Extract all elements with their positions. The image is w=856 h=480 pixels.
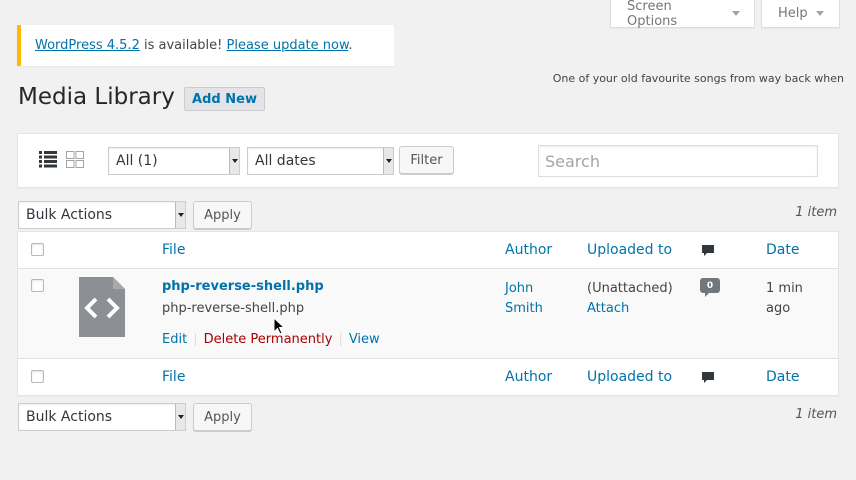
screen-meta-links: Screen Options Help <box>610 0 840 29</box>
media-type-filter[interactable]: All (1) <box>108 147 240 175</box>
apply-button-top[interactable]: Apply <box>193 201 252 229</box>
select-arrow-icon <box>175 202 185 228</box>
uploaded-to-cell: (Unattached) Attach <box>587 279 673 319</box>
search-placeholder: Search <box>545 151 600 171</box>
bulk-actions-value: Bulk Actions <box>26 207 113 223</box>
unattached-label: (Unattached) <box>587 281 673 296</box>
attach-link[interactable]: Attach <box>587 299 673 319</box>
file-name: php-reverse-shell.php <box>162 301 305 316</box>
column-file[interactable]: File <box>162 369 185 385</box>
comment-count-badge: 0 <box>700 278 720 297</box>
item-count-bottom: 1 item <box>795 407 837 422</box>
help-label: Help <box>778 6 808 21</box>
mouse-cursor-icon <box>273 317 285 335</box>
separator: | <box>338 332 343 347</box>
grid-view-icon[interactable] <box>66 151 84 168</box>
screen-options-button[interactable]: Screen Options <box>610 0 755 29</box>
screen-options-label: Screen Options <box>627 0 678 29</box>
column-author[interactable]: Author <box>505 242 552 258</box>
select-all-checkbox-footer[interactable] <box>31 370 44 383</box>
code-file-icon[interactable] <box>79 277 125 337</box>
delete-permanently-link[interactable]: Delete Permanently <box>204 332 333 347</box>
select-arrow-icon <box>383 148 393 174</box>
date-filter[interactable]: All dates <box>247 147 394 175</box>
notice-text: is available! <box>139 38 227 53</box>
media-table: File Author Uploaded to Date php-reverse… <box>17 231 839 396</box>
column-date[interactable]: Date <box>766 369 799 385</box>
date-cell: 1 min ago <box>766 281 803 316</box>
bulk-actions-select-top[interactable]: Bulk Actions <box>18 201 186 229</box>
wordpress-version-link[interactable]: WordPress 4.5.2 <box>35 38 140 53</box>
hello-dolly-lyric: One of your old favourite songs from way… <box>552 72 844 85</box>
notice-end: . <box>348 38 353 53</box>
bulk-actions-value: Bulk Actions <box>26 409 113 425</box>
caret-down-icon <box>732 11 740 16</box>
column-date[interactable]: Date <box>766 242 799 258</box>
page-title: Media Library <box>18 84 175 110</box>
column-uploaded-to[interactable]: Uploaded to <box>587 369 672 385</box>
comment-icon[interactable] <box>702 245 714 257</box>
column-author[interactable]: Author <box>505 369 552 385</box>
add-new-button[interactable]: Add New <box>184 87 265 111</box>
item-count-top: 1 item <box>795 205 837 220</box>
media-toolbar: All (1) All dates Filter Search <box>17 133 839 188</box>
comment-icon[interactable] <box>702 372 714 384</box>
file-title-link[interactable]: php-reverse-shell.php <box>162 279 324 294</box>
table-header: File Author Uploaded to Date <box>18 232 838 269</box>
search-input[interactable]: Search <box>538 145 818 177</box>
column-uploaded-to[interactable]: Uploaded to <box>587 242 672 258</box>
filter-button[interactable]: Filter <box>399 146 454 174</box>
select-all-checkbox[interactable] <box>31 243 44 256</box>
apply-button-bottom[interactable]: Apply <box>193 403 252 431</box>
table-row: php-reverse-shell.php php-reverse-shell.… <box>18 269 838 358</box>
column-file[interactable]: File <box>162 242 185 258</box>
update-now-link[interactable]: Please update now <box>227 38 349 53</box>
media-type-value: All (1) <box>116 153 158 169</box>
bulk-actions-select-bottom[interactable]: Bulk Actions <box>18 403 186 431</box>
list-view-icon[interactable] <box>39 151 57 168</box>
caret-down-icon <box>815 11 824 16</box>
edit-link[interactable]: Edit <box>162 332 187 347</box>
help-button[interactable]: Help <box>761 0 840 28</box>
date-filter-value: All dates <box>255 153 316 169</box>
author-link[interactable]: John Smith <box>505 279 565 319</box>
select-arrow-icon <box>229 148 239 174</box>
update-notice: WordPress 4.5.2 is available! Please upd… <box>17 25 394 66</box>
row-checkbox[interactable] <box>31 279 44 292</box>
select-arrow-icon <box>175 404 185 430</box>
table-footer: File Author Uploaded to Date <box>18 358 838 395</box>
separator: | <box>193 332 198 347</box>
row-actions: Edit | Delete Permanently | View <box>162 332 380 347</box>
view-link[interactable]: View <box>349 332 380 347</box>
